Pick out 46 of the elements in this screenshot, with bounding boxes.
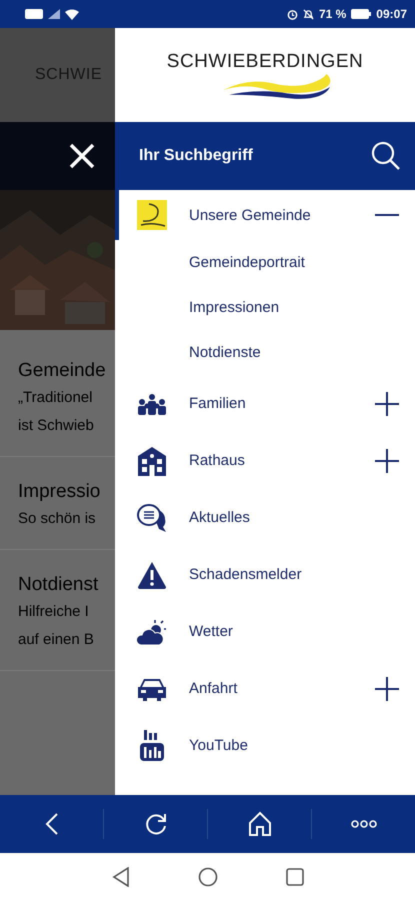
- chat-bubble-icon: [137, 502, 167, 532]
- home-icon[interactable]: [198, 866, 218, 886]
- video-icon: [139, 730, 165, 762]
- article-title: Gemeinde: [18, 359, 107, 383]
- article-title: Impressio: [18, 480, 102, 504]
- article-text: Hilfreiche I: [18, 602, 90, 622]
- car-icon: [137, 676, 167, 700]
- menu-item[interactable]: Unsere Gemeinde: [115, 190, 415, 240]
- menu-item[interactable]: Anfahrt: [115, 660, 415, 717]
- menu-item[interactable]: YouTube: [115, 717, 415, 774]
- back-icon[interactable]: [112, 866, 130, 886]
- article-text: So schön is: [18, 509, 97, 529]
- article-text: „Traditionel: [18, 388, 94, 408]
- recents-icon[interactable]: [286, 868, 304, 886]
- clock: 09:07: [376, 7, 407, 21]
- search-icon[interactable]: [371, 141, 401, 171]
- menu-item[interactable]: Schadensmelder: [115, 546, 415, 603]
- refresh-icon[interactable]: [144, 812, 168, 836]
- expand-icon[interactable]: [375, 392, 399, 416]
- article-title: Notdienst: [18, 573, 100, 597]
- menu-item[interactable]: Rathaus: [115, 432, 415, 489]
- weather-icon: [137, 618, 167, 644]
- wifi-icon: [65, 8, 79, 20]
- search-field[interactable]: Ihr Suchbegriff: [137, 146, 371, 166]
- logo: SCHWIEBERDINGEN: [150, 50, 380, 100]
- close-icon[interactable]: [69, 143, 95, 169]
- expand-icon[interactable]: [375, 448, 399, 472]
- menu-item[interactable]: Familien: [115, 375, 415, 432]
- expand-icon[interactable]: [375, 676, 399, 700]
- battery-percent: 71 %: [318, 7, 346, 21]
- signal-icon: [48, 9, 60, 19]
- family-icon: [137, 392, 167, 414]
- menu-item[interactable]: Wetter: [115, 603, 415, 660]
- submenu-item[interactable]: Impressionen: [115, 285, 415, 330]
- building-icon: [137, 446, 167, 476]
- submenu-item[interactable]: Notdienste: [115, 330, 415, 375]
- submenu-item[interactable]: Gemeindeportrait: [115, 240, 415, 285]
- menu-item[interactable]: Aktuelles: [115, 489, 415, 546]
- article-text: ist Schwieb: [18, 416, 95, 436]
- article-text: auf einen B: [18, 630, 95, 650]
- battery-icon: [351, 9, 372, 19]
- warning-icon: [137, 560, 167, 588]
- alarm-icon: [286, 8, 298, 20]
- mute-icon: [302, 8, 314, 20]
- emblem-icon: [137, 200, 167, 230]
- more-icon[interactable]: [350, 820, 376, 828]
